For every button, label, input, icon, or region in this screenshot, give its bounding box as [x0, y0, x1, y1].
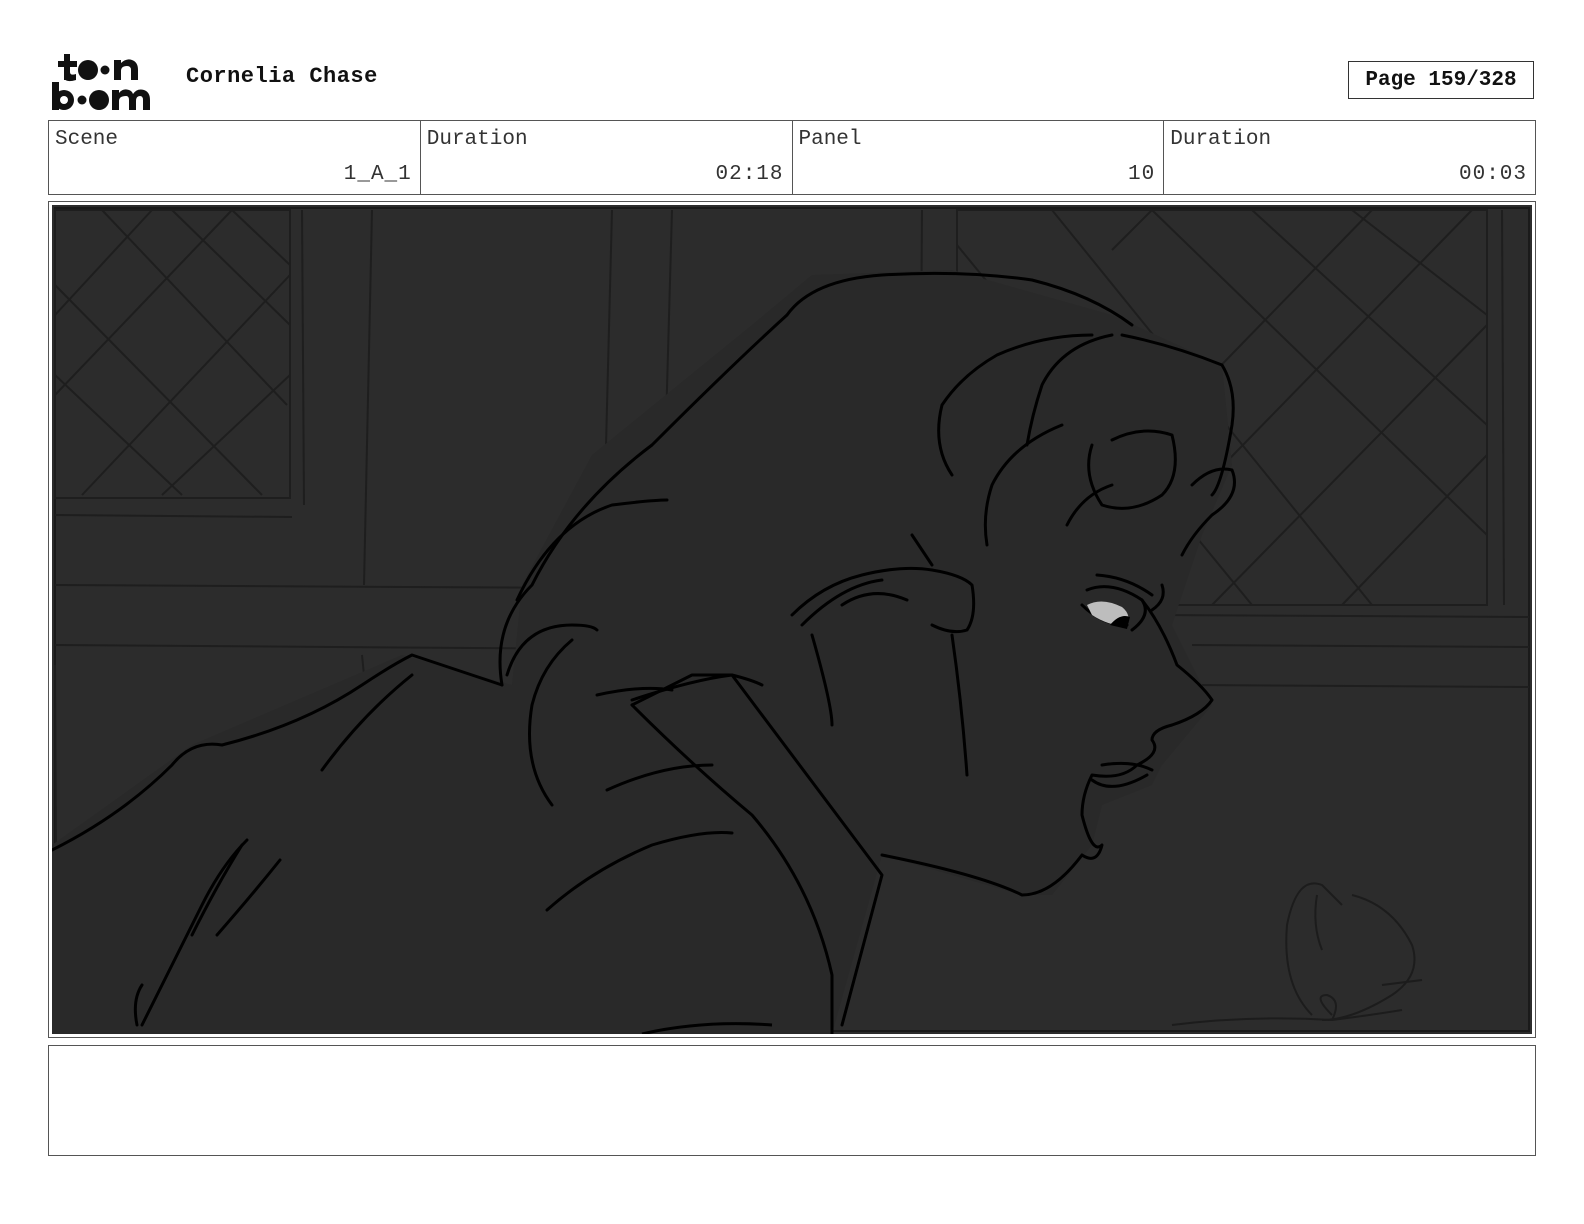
panel-duration-label: Duration: [1170, 128, 1272, 151]
panel-cell: Panel 10: [793, 121, 1165, 194]
panel-info-table: Scene 1_A_1 Duration 02:18 Panel 10 Dura…: [48, 120, 1536, 195]
scene-label: Scene: [55, 128, 119, 151]
scene-duration-label: Duration: [426, 128, 528, 151]
toon-boom-logo: [52, 50, 164, 112]
panel-duration-cell: Duration 00:03: [1164, 121, 1535, 194]
scene-cell: Scene 1_A_1: [49, 121, 421, 194]
panel-notes-box: [48, 1045, 1536, 1156]
scene-duration-cell: Duration 02:18: [421, 121, 793, 194]
storyboard-panel-image: [52, 205, 1532, 1034]
scene-value: 1_A_1: [343, 163, 412, 186]
page-number-label: Page 159/328: [1365, 68, 1517, 92]
panel-label: Panel: [798, 128, 862, 151]
storyboard-panel-frame: [48, 201, 1536, 1038]
storyboard-sketch: [52, 205, 1532, 1034]
project-title: Cornelia Chase: [186, 64, 378, 89]
scene-duration-value: 02:18: [715, 163, 784, 186]
page-number: Page 159/328: [1348, 61, 1534, 99]
panel-duration-value: 00:03: [1458, 163, 1527, 186]
panel-value: 10: [1128, 163, 1156, 186]
